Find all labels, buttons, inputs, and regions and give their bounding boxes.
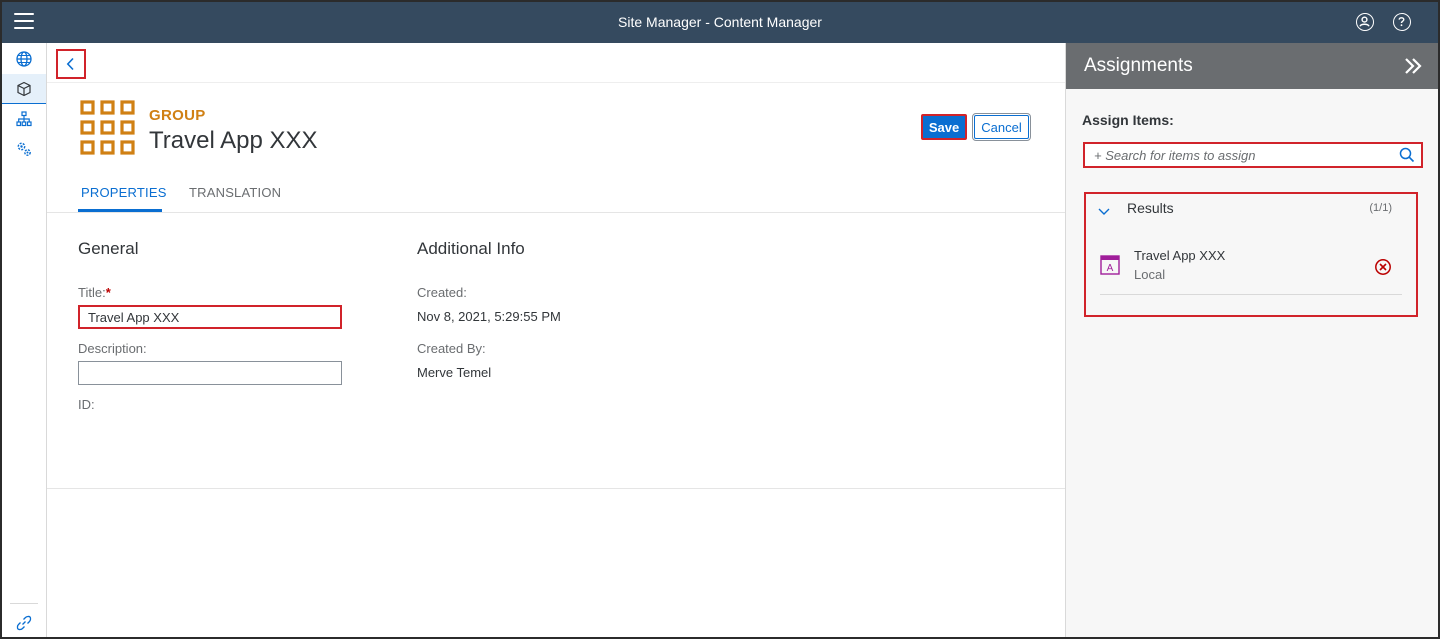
result-item-source: Local [1134,267,1166,282]
nav-item-sites[interactable] [2,44,46,74]
content-divider [47,488,1065,489]
object-type-label: GROUP [149,107,206,124]
back-bar [47,43,1065,83]
created-value: Nov 8, 2021, 5:29:55 PM [417,309,561,324]
list-item[interactable]: A Travel App XXX Local [1100,240,1402,295]
nav-item-settings[interactable] [2,134,46,164]
assign-items-label: Assign Items: [1082,112,1174,128]
side-navigation [2,43,47,637]
shell-header: Site Manager - Content Manager [2,2,1438,43]
assignments-header: Assignments [1066,43,1438,89]
remove-circle-icon[interactable] [1374,258,1392,276]
nav-item-hierarchy[interactable] [2,104,46,134]
active-tab-indicator [78,209,162,212]
group-tiles-icon [80,100,135,155]
tab-bar: PROPERTIES TRANSLATION [47,173,1065,213]
description-label: Description: [78,341,147,356]
assignments-title: Assignments [1084,55,1193,76]
nav-item-link[interactable] [2,608,46,637]
globe-icon [16,51,32,67]
nav-item-content[interactable] [2,74,46,104]
gears-icon [17,142,31,156]
created-label: Created: [417,285,467,300]
search-icon[interactable] [1399,147,1415,163]
general-heading: General [78,239,139,258]
save-button[interactable]: Save [921,114,967,140]
cancel-button[interactable]: Cancel [972,113,1031,141]
page-title: Travel App XXX [149,127,318,154]
created-by-label: Created By: [417,341,486,356]
app-frame: Site Manager - Content Manager GROUP Tra… [0,0,1440,639]
required-marker: * [105,285,111,300]
results-section: Results (1/1) A Travel App XXX Local [1084,192,1418,317]
title-label: Title:* [78,285,111,300]
org-chart-icon [16,111,32,127]
tab-properties[interactable]: PROPERTIES [81,185,167,200]
result-item-name: Travel App XXX [1134,248,1226,263]
nav-separator [10,603,38,604]
results-count: (1/1) [1369,202,1392,214]
help-icon[interactable] [1393,13,1411,31]
title-field[interactable]: Travel App XXX [78,305,342,329]
id-label: ID: [78,397,95,412]
chevron-left-icon [66,57,74,71]
main-content: GROUP Travel App XXX Save Cancel PROPERT… [47,43,1065,637]
chevron-down-icon[interactable] [1096,203,1112,219]
results-title[interactable]: Results [1127,200,1174,216]
title-field-value: Travel App XXX [88,310,180,325]
double-chevron-right-icon[interactable] [1403,56,1423,76]
back-button[interactable] [56,49,86,79]
description-field[interactable] [78,361,342,385]
assign-search-input[interactable]: + Search for items to assign [1083,142,1423,168]
link-icon [16,615,32,631]
user-profile-icon[interactable] [1356,13,1374,31]
app-title: Site Manager - Content Manager [618,14,822,30]
tab-translation[interactable]: TRANSLATION [189,185,281,200]
app-tile-icon: A [1100,255,1120,275]
assignments-panel: Assignments Assign Items: + Search for i… [1065,43,1438,637]
search-placeholder: + Search for items to assign [1094,148,1256,163]
created-by-value: Merve Temel [417,365,492,380]
additional-info-heading: Additional Info [417,239,525,258]
svg-text:A: A [1107,263,1114,274]
cube-icon [17,81,31,96]
